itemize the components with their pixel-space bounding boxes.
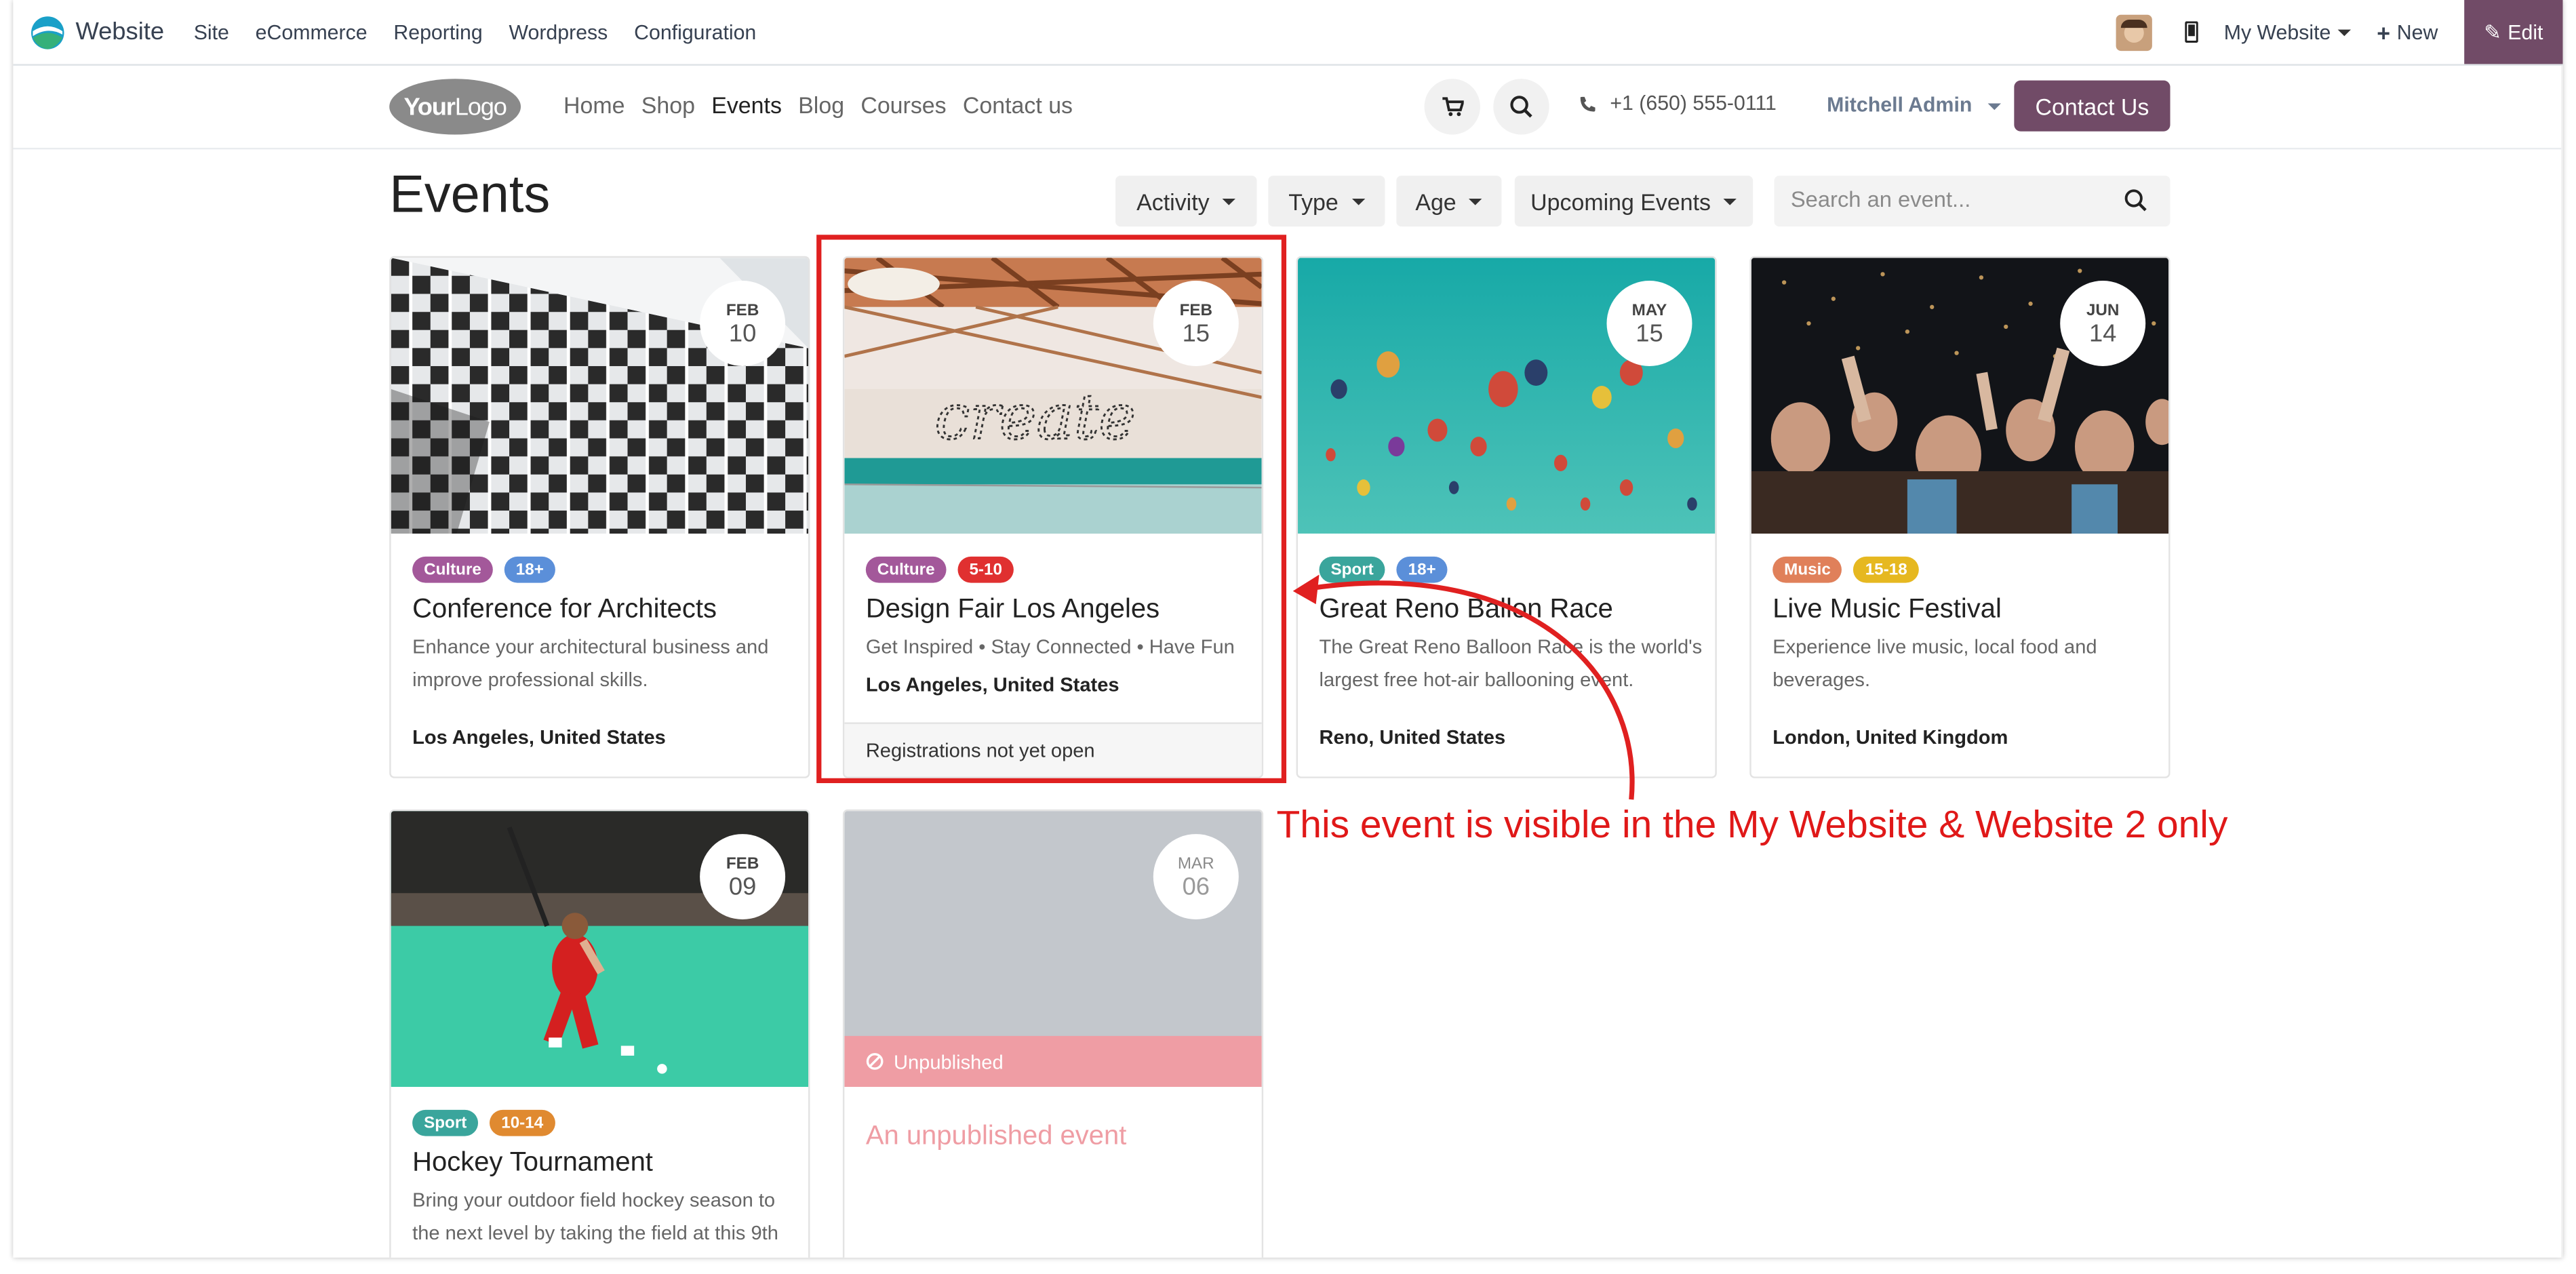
annotation-text: This event is visible in the My Website … <box>1276 803 2228 846</box>
annotation-arrow <box>1292 574 1635 800</box>
